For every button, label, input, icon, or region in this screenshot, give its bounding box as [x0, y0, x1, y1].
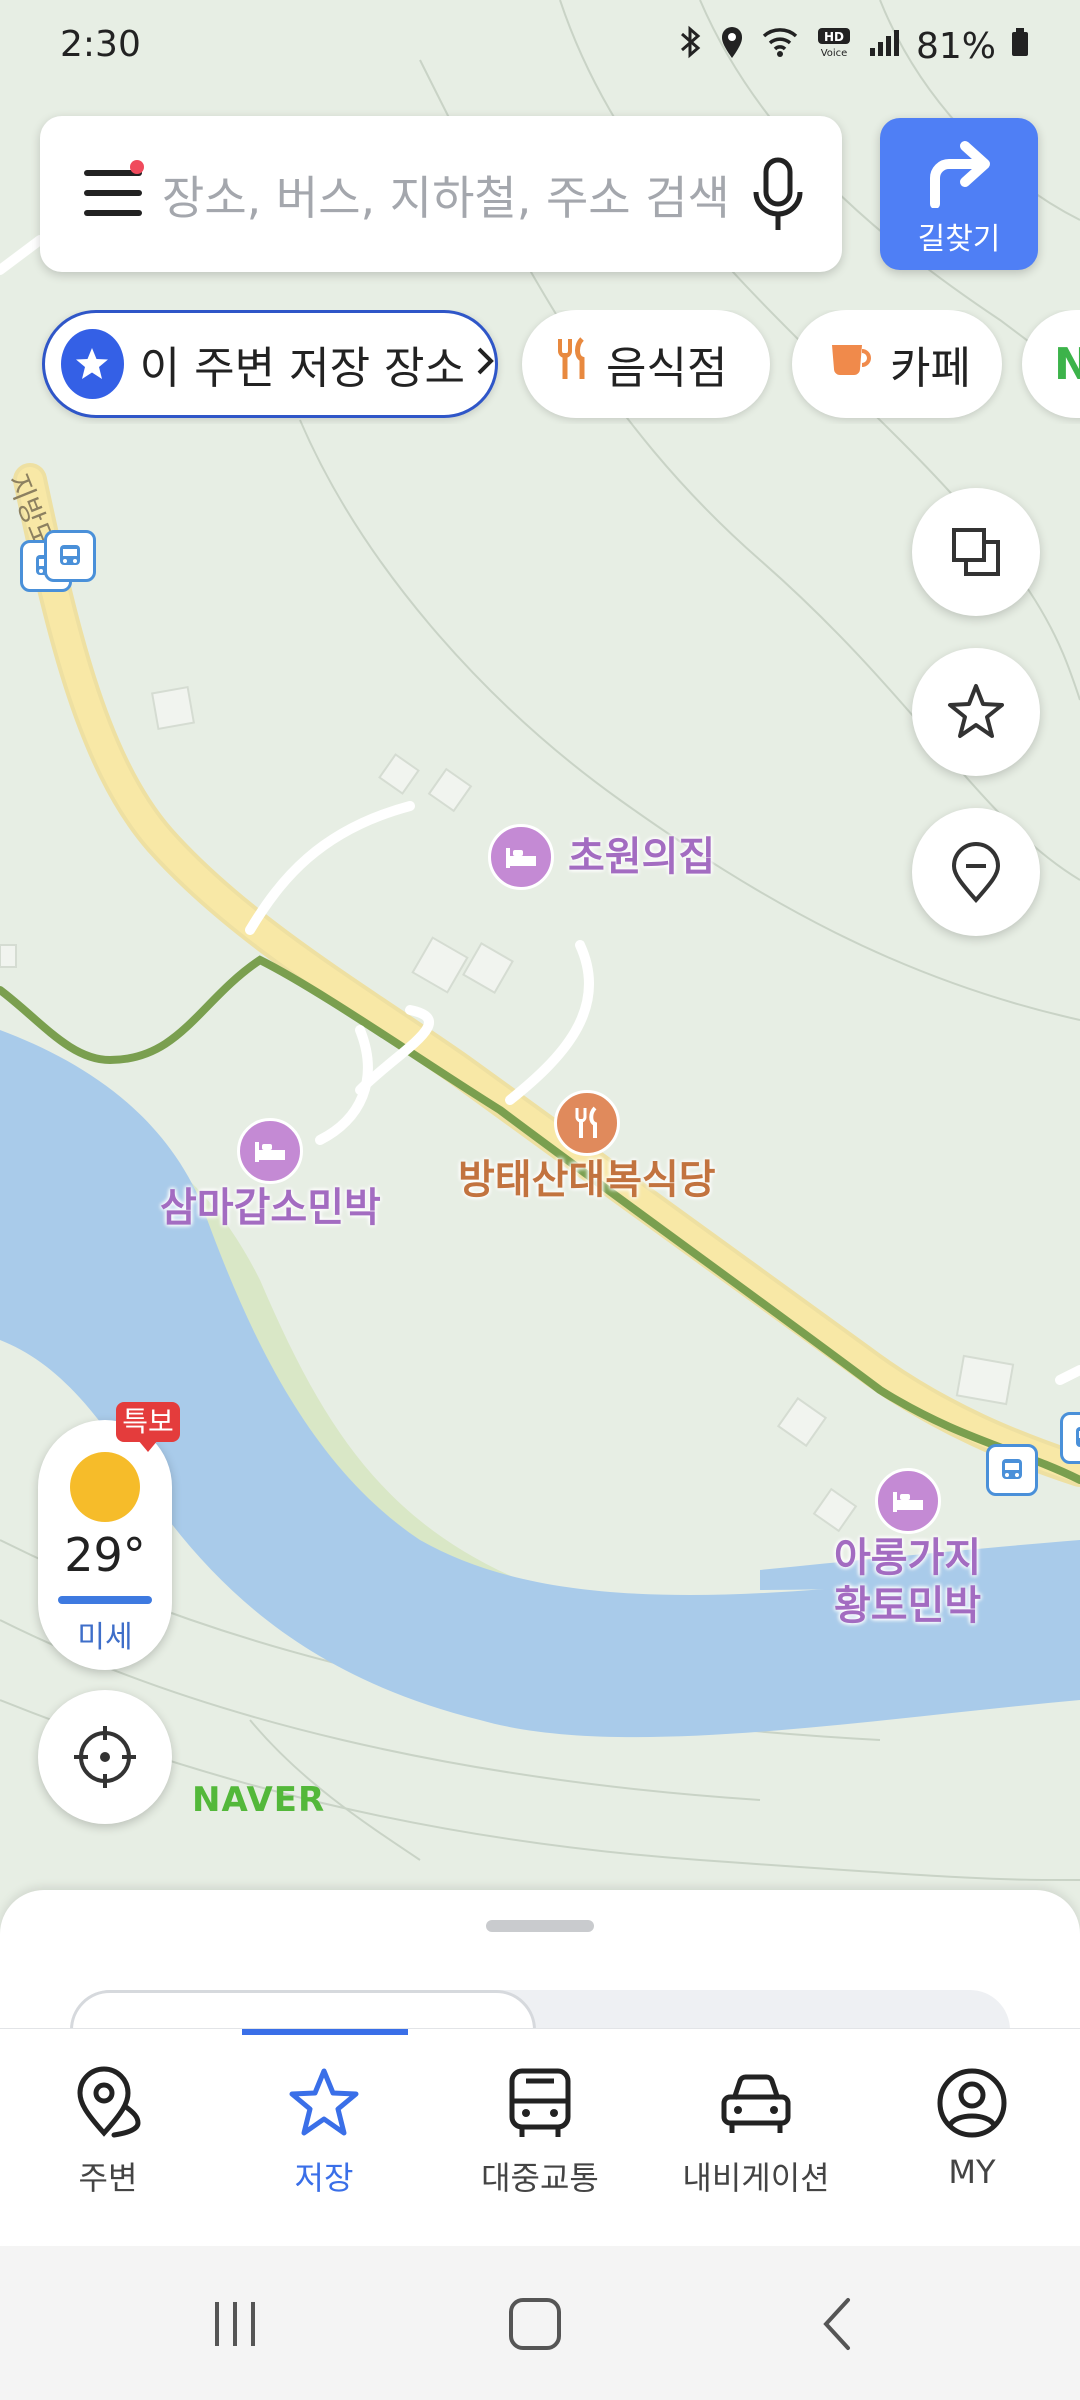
nav-saved[interactable]: 저장 — [216, 2063, 432, 2199]
poi-label: 아롱가지 황토민박 — [834, 1535, 982, 1629]
alert-badge-tail — [138, 1440, 158, 1452]
chip-nearby-saved[interactable]: 이 주변 저장 장소 — [42, 310, 498, 418]
poi-label: 방태산대복식당 — [458, 1157, 716, 1203]
status-icons: HD Voice 81% — [676, 24, 1030, 69]
sun-icon — [70, 1452, 140, 1522]
search-input[interactable]: 장소, 버스, 지하철, 주소 검색 — [162, 162, 730, 228]
nav-label: 주변 — [78, 2159, 138, 2197]
battery-text: 81% — [915, 26, 996, 67]
menu-icon[interactable] — [84, 170, 144, 220]
directions-button[interactable]: 길찾기 — [880, 118, 1038, 270]
bus-stop-icon[interactable] — [986, 1444, 1038, 1496]
nav-active-indicator — [242, 2029, 408, 2035]
search-bar[interactable]: 장소, 버스, 지하철, 주소 검색 — [40, 116, 842, 272]
dust-level-bar — [58, 1596, 152, 1604]
nav-my[interactable]: MY — [864, 2063, 1080, 2191]
favorites-button[interactable] — [912, 648, 1040, 776]
bottom-navigation: 주변 저장 대중교통 내비게이션 MY — [0, 2028, 1080, 2247]
nav-label: 저장 — [294, 2159, 354, 2197]
microphone-icon[interactable] — [748, 154, 808, 236]
crosshair-icon — [74, 1726, 136, 1788]
system-navigation-bar — [0, 2246, 1080, 2400]
notification-dot — [130, 160, 144, 174]
bus-icon — [509, 2068, 571, 2137]
bluetooth-icon — [676, 24, 704, 69]
nav-nearby[interactable]: 주변 — [0, 2063, 216, 2199]
bottom-sheet[interactable] — [0, 1890, 1080, 2030]
chip-label: 이 주변 저장 장소 — [139, 343, 465, 394]
chip-label: 카페 — [890, 343, 971, 394]
poi-lodging-1[interactable]: 초원의집 — [488, 824, 715, 890]
chip-label: 음식점 — [606, 343, 728, 394]
chip-cafe[interactable]: 카페 — [792, 310, 1002, 418]
turn-right-arrow-icon — [930, 141, 990, 209]
bed-icon — [874, 1468, 941, 1534]
weather-widget[interactable]: 29° 미세 — [38, 1420, 172, 1670]
poi-lodging-3[interactable]: 아롱가지 황토민박 — [834, 1468, 981, 1630]
nav-navigation[interactable]: 내비게이션 — [648, 2063, 864, 2199]
pin-outline-icon — [951, 842, 1001, 904]
bus-stop-icon[interactable] — [44, 530, 96, 582]
chip-naver[interactable]: N — [1022, 310, 1080, 418]
home-icon[interactable] — [505, 2294, 565, 2354]
naver-logo: NAVER — [192, 1780, 326, 1820]
poi-label: 초원의집 — [568, 834, 716, 880]
hd-voice-icon: HD Voice — [814, 24, 854, 69]
chip-restaurant[interactable]: 음식점 — [522, 310, 770, 418]
nav-label: 내비게이션 — [682, 2159, 830, 2197]
status-time: 2:30 — [60, 24, 141, 65]
bed-icon — [488, 824, 554, 890]
wifi-icon — [760, 24, 800, 69]
bus-stop-icon[interactable] — [1060, 1412, 1080, 1464]
sheet-drag-handle[interactable] — [486, 1920, 594, 1932]
category-chips: 이 주변 저장 장소 음식점 카페 N — [0, 310, 1080, 424]
nav-label: MY — [948, 2153, 996, 2191]
recent-apps-icon[interactable] — [205, 2296, 265, 2352]
star-outline-icon — [948, 684, 1004, 738]
profile-icon — [937, 2068, 1007, 2138]
back-icon[interactable] — [818, 2294, 858, 2354]
chip-label: N — [1054, 338, 1080, 390]
poi-lodging-2[interactable]: 삼마갑소민박 — [160, 1118, 381, 1232]
current-location-button[interactable] — [38, 1690, 172, 1824]
status-bar: 2:30 HD Voice 81% — [0, 0, 1080, 96]
location-icon — [718, 24, 746, 69]
layers-icon — [952, 528, 1000, 576]
battery-icon — [1010, 24, 1030, 69]
dust-label: 미세 — [77, 1620, 133, 1655]
location-pin-icon — [77, 2066, 141, 2138]
weather-alert-badge[interactable]: 특보 — [116, 1402, 180, 1442]
layers-button[interactable] — [912, 488, 1040, 616]
directions-label: 길찾기 — [917, 222, 1001, 257]
poi-label: 삼마갑소민박 — [160, 1185, 381, 1231]
car-icon — [721, 2074, 791, 2133]
poi-restaurant[interactable]: 방태산대복식당 — [458, 1090, 716, 1204]
svg-text:HD: HD — [824, 30, 844, 44]
cup-icon — [828, 339, 876, 390]
temperature: 29° — [64, 1528, 146, 1582]
fork-knife-icon — [552, 335, 592, 394]
bed-icon — [237, 1118, 304, 1184]
place-pin-button[interactable] — [912, 808, 1040, 936]
svg-text:Voice: Voice — [821, 48, 848, 59]
chevron-right-icon — [475, 339, 495, 390]
nav-transit[interactable]: 대중교통 — [432, 2063, 648, 2199]
nav-label: 대중교통 — [481, 2159, 599, 2197]
star-icon — [289, 2068, 359, 2136]
sheet-tab-active[interactable] — [70, 1990, 536, 2030]
star-icon — [61, 329, 124, 399]
fork-knife-icon — [553, 1090, 620, 1156]
signal-icon — [868, 24, 902, 69]
